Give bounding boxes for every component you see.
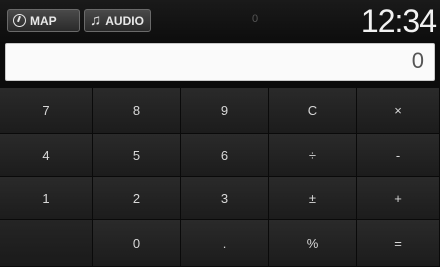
key-8[interactable]: 8: [93, 88, 181, 134]
key-2[interactable]: 2: [93, 177, 181, 220]
key-7[interactable]: 7: [0, 88, 93, 134]
key-3[interactable]: 3: [181, 177, 269, 220]
key-9[interactable]: 9: [181, 88, 269, 134]
status-indicator: 0: [252, 13, 259, 25]
audio-label: AUDIO: [105, 13, 144, 28]
compass-icon: [13, 14, 26, 27]
clock: 12:34: [360, 3, 437, 39]
blank-key: [0, 220, 93, 267]
clear-key[interactable]: C: [269, 88, 357, 134]
decimal-key[interactable]: .: [181, 220, 269, 267]
display-value: 0: [411, 48, 424, 73]
minus-key[interactable]: -: [357, 134, 440, 177]
status-bar: MAP ♫ AUDIO 0 12:34: [0, 0, 440, 42]
audio-button[interactable]: ♫ AUDIO: [84, 9, 151, 32]
key-1[interactable]: 1: [0, 177, 93, 220]
percent-key[interactable]: %: [269, 220, 357, 267]
map-button[interactable]: MAP: [7, 9, 80, 32]
plus-minus-key[interactable]: ±: [269, 177, 357, 220]
map-label: MAP: [30, 13, 57, 28]
equals-key[interactable]: =: [357, 220, 440, 267]
key-0[interactable]: 0: [93, 220, 181, 267]
plus-key[interactable]: +: [357, 177, 440, 220]
multiply-key[interactable]: ×: [357, 88, 440, 134]
divide-key[interactable]: ÷: [269, 134, 357, 177]
music-note-icon: ♫: [90, 12, 102, 29]
key-5[interactable]: 5: [93, 134, 181, 177]
calculator-keypad: 7 8 9 C × 4 5 6 ÷ - 1 2 3 ± + 0 . % =: [0, 88, 440, 267]
calculator-display: 0: [5, 43, 435, 81]
key-4[interactable]: 4: [0, 134, 93, 177]
key-6[interactable]: 6: [181, 134, 269, 177]
